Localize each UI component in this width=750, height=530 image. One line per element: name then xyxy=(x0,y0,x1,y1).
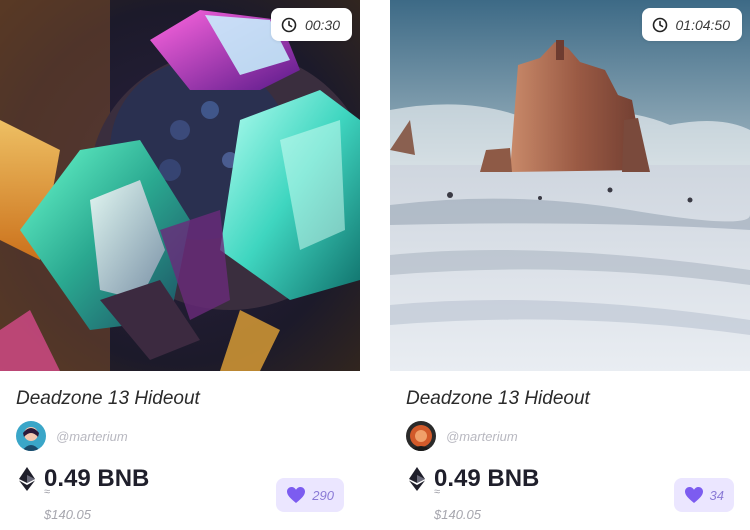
approx-symbol: ≈ xyxy=(434,486,441,498)
countdown-timer: 01:04:50 xyxy=(641,8,742,41)
usd-value: $140.05 xyxy=(44,507,91,522)
price-value: 0.49 BNB xyxy=(44,465,150,492)
nft-title[interactable]: Deadzone 13 Hideout xyxy=(406,388,590,410)
like-button[interactable]: 290 xyxy=(276,478,344,512)
creator-info[interactable]: @marterium xyxy=(406,421,518,451)
nft-title[interactable]: Deadzone 13 Hideout xyxy=(16,388,200,410)
price-value: 0.49 BNB xyxy=(434,465,540,492)
price-row: 0.49 BNB xyxy=(406,462,539,496)
creator-handle[interactable]: @marterium xyxy=(56,429,128,444)
nft-artwork-image[interactable]: 01:04:50 xyxy=(390,0,750,371)
nft-artwork-image[interactable]: 00:30 xyxy=(0,0,360,371)
nft-card[interactable]: 00:30 Deadzone 13 Hideout @marterium 0.4… xyxy=(0,0,360,530)
crystal-geode-artwork xyxy=(0,0,360,371)
heart-icon xyxy=(684,487,703,503)
clock-icon xyxy=(652,17,667,32)
creator-info[interactable]: @marterium xyxy=(16,421,128,451)
creator-avatar[interactable] xyxy=(406,421,436,451)
like-count: 290 xyxy=(312,487,334,503)
nft-card[interactable]: 01:04:50 Deadzone 13 Hideout @marterium … xyxy=(390,0,750,530)
desert-mesa-snow-artwork xyxy=(390,0,750,371)
ethereum-icon xyxy=(409,467,425,491)
like-count: 34 xyxy=(709,487,724,503)
ethereum-icon xyxy=(19,467,35,491)
price-row: 0.49 BNB xyxy=(16,462,149,496)
timer-value: 01:04:50 xyxy=(675,16,731,33)
like-button[interactable]: 34 xyxy=(673,478,734,512)
creator-avatar[interactable] xyxy=(16,421,46,451)
approx-symbol: ≈ xyxy=(44,486,51,498)
usd-value: $140.05 xyxy=(434,507,481,522)
heart-icon xyxy=(287,487,306,503)
clock-icon xyxy=(281,17,297,32)
countdown-timer: 00:30 xyxy=(270,8,352,41)
timer-value: 00:30 xyxy=(304,16,340,33)
creator-handle[interactable]: @marterium xyxy=(446,429,518,444)
